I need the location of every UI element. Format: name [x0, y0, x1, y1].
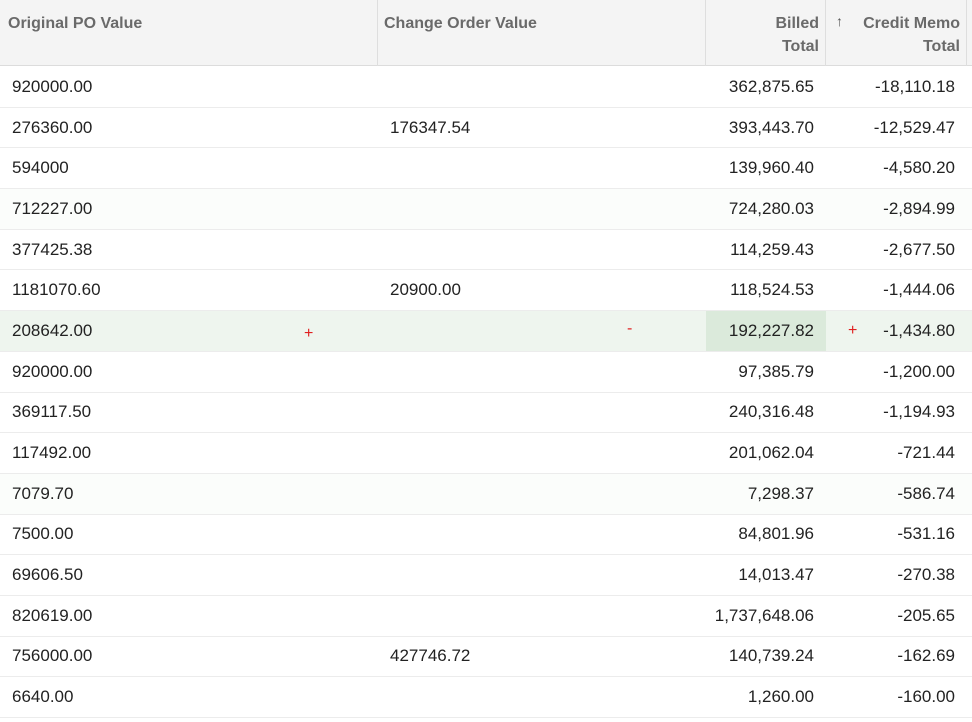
- billed-total-cell: 1,737,648.06: [714, 605, 814, 625]
- original-po-value-cell: 117492.00: [12, 443, 92, 463]
- data-grid: Original PO Value Change Order Value Bil…: [0, 0, 972, 722]
- billed-total-cell: 393,443.70: [728, 117, 814, 137]
- original-po-value-cell: 920000.00: [12, 76, 93, 96]
- original-po-value-cell: 377425.38: [12, 239, 93, 259]
- original-po-value-cell: 712227.00: [12, 198, 93, 218]
- change-order-value-cell: 176347.54: [390, 117, 471, 137]
- billed-total-cell: 201,062.04: [728, 443, 814, 463]
- table-row[interactable]: 1181070.60 20900.00 118,524.53 -1,444.06: [0, 270, 972, 312]
- grid-header: Original PO Value Change Order Value Bil…: [0, 0, 972, 66]
- credit-memo-total-cell: -4,580.20: [883, 158, 955, 178]
- grid-body: 920000.00 362,875.65 -18,110.18 276360.0…: [0, 67, 972, 718]
- column-header-original-po-value[interactable]: Original PO Value: [0, 0, 378, 66]
- original-po-value-cell: 6640.00: [12, 687, 74, 707]
- original-po-value-cell: 7500.00: [12, 524, 74, 544]
- column-header-label: Change Order Value: [384, 15, 537, 32]
- billed-total-cell: 140,739.24: [728, 646, 814, 666]
- table-row[interactable]: 7500.00 84,801.96 -531.16: [0, 515, 972, 556]
- original-po-value-cell: 594000: [12, 158, 69, 178]
- table-row[interactable]: 594000 139,960.40 -4,580.20: [0, 148, 972, 190]
- credit-memo-total-cell: -531.16: [897, 524, 955, 544]
- table-row[interactable]: 69606.50 14,013.47 -270.38: [0, 555, 972, 596]
- column-header-label-line2: Total: [781, 38, 819, 55]
- original-po-value-cell: 369117.50: [12, 402, 92, 422]
- column-header-label-line1: Billed: [775, 15, 819, 32]
- table-row[interactable]: 369117.50 240,316.48 -1,194.93: [0, 393, 972, 434]
- table-row-highlighted[interactable]: 208642.00 + - 192,227.82 + -1,434.80: [0, 311, 972, 352]
- credit-memo-total-cell: -1,434.80: [883, 320, 955, 340]
- original-po-value-cell: 208642.00: [12, 320, 93, 340]
- table-row[interactable]: 276360.00 176347.54 393,443.70 -12,529.4…: [0, 108, 972, 149]
- table-row[interactable]: 820619.00 1,737,648.06 -205.65: [0, 596, 972, 637]
- credit-memo-total-cell: -721.44: [897, 443, 955, 463]
- table-row[interactable]: 117492.00 201,062.04 -721.44: [0, 433, 972, 474]
- billed-total-cell: 84,801.96: [738, 524, 814, 544]
- credit-memo-total-cell: -1,200.00: [883, 361, 955, 381]
- expand-marker-icon[interactable]: +: [304, 314, 313, 354]
- column-header-label-line2: Total: [922, 38, 960, 55]
- column-header-credit-memo-total[interactable]: ↑ Credit Memo Total: [826, 0, 967, 66]
- credit-memo-total-cell: -586.74: [897, 483, 955, 503]
- billed-total-cell: 7,298.37: [747, 483, 814, 503]
- original-po-value-cell: 820619.00: [12, 605, 93, 625]
- billed-total-cell: 139,960.40: [728, 158, 814, 178]
- credit-memo-total-cell: -2,894.99: [883, 198, 955, 218]
- billed-total-cell: 114,259.43: [730, 239, 814, 259]
- collapse-marker-icon[interactable]: -: [627, 309, 632, 349]
- column-header-label-line1: Credit Memo: [863, 15, 960, 32]
- change-order-value-cell: 20900.00: [390, 280, 461, 300]
- column-header-billed-total[interactable]: Billed Total: [706, 0, 826, 66]
- credit-memo-total-cell: -160.00: [897, 687, 955, 707]
- column-header-label: Original PO Value: [8, 15, 143, 32]
- table-row[interactable]: 712227.00 724,280.03 -2,894.99: [0, 189, 972, 230]
- billed-total-cell: 118,524.53: [730, 280, 814, 300]
- original-po-value-cell: 276360.00: [12, 117, 93, 137]
- credit-memo-total-cell: -270.38: [897, 565, 955, 585]
- sort-ascending-icon[interactable]: ↑: [836, 10, 843, 33]
- billed-total-cell: 97,385.79: [738, 361, 814, 381]
- table-row[interactable]: 756000.00 427746.72 140,739.24 -162.69: [0, 637, 972, 678]
- table-row[interactable]: 377425.38 114,259.43 -2,677.50: [0, 230, 972, 271]
- billed-total-cell: 240,316.48: [728, 402, 814, 422]
- credit-memo-total-cell: -205.65: [897, 605, 955, 625]
- billed-total-cell: 724,280.03: [728, 198, 814, 218]
- credit-memo-total-cell: -12,529.47: [873, 117, 955, 137]
- change-order-value-cell: 427746.72: [390, 646, 471, 666]
- credit-memo-total-cell: -1,444.06: [883, 280, 955, 300]
- billed-total-cell: 362,875.65: [728, 76, 814, 96]
- billed-total-cell-selected[interactable]: 192,227.82: [706, 311, 826, 351]
- table-row[interactable]: 920000.00 362,875.65 -18,110.18: [0, 67, 972, 108]
- billed-total-cell: 1,260.00: [747, 687, 814, 707]
- credit-memo-total-cell: -1,194.93: [883, 402, 955, 422]
- original-po-value-cell: 69606.50: [12, 565, 83, 585]
- billed-total-cell: 14,013.47: [738, 565, 814, 585]
- table-row[interactable]: 6640.00 1,260.00 -160.00: [0, 677, 972, 718]
- column-header-change-order-value[interactable]: Change Order Value: [378, 0, 706, 66]
- credit-memo-total-cell: -2,677.50: [883, 239, 955, 259]
- original-po-value-cell: 1181070.60: [12, 280, 101, 300]
- original-po-value-cell: 920000.00: [12, 361, 93, 381]
- table-row[interactable]: 920000.00 97,385.79 -1,200.00: [0, 352, 972, 393]
- table-row[interactable]: 7079.70 7,298.37 -586.74: [0, 473, 972, 515]
- credit-memo-total-cell: -18,110.18: [874, 76, 955, 96]
- original-po-value-cell: 7079.70: [12, 483, 74, 503]
- credit-memo-total-cell: -162.69: [897, 646, 955, 666]
- original-po-value-cell: 756000.00: [12, 646, 93, 666]
